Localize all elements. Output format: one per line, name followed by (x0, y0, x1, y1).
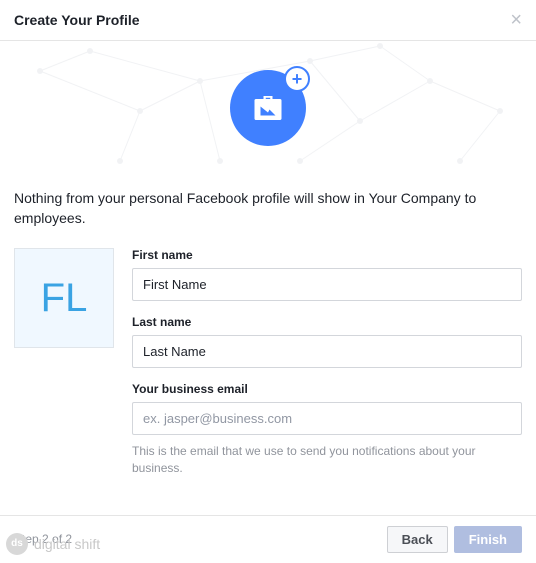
dialog-title: Create Your Profile (14, 12, 140, 28)
form-area: FL First name Last name Your business em… (0, 238, 536, 515)
briefcase-icon (250, 90, 286, 126)
avatar-preview[interactable]: FL (14, 248, 114, 348)
email-help-text: This is the email that we use to send yo… (132, 443, 522, 477)
back-button[interactable]: Back (387, 526, 448, 553)
avatar-initials: FL (41, 276, 88, 321)
profile-photo-button[interactable]: + (230, 70, 306, 146)
last-name-label: Last name (132, 315, 522, 329)
step-indicator: Step 2 of 2 (14, 532, 72, 546)
first-name-input[interactable] (132, 268, 522, 301)
plus-icon: + (284, 66, 310, 92)
intro-text: Nothing from your personal Facebook prof… (0, 171, 536, 238)
dialog-footer: Step 2 of 2 Back Finish (0, 515, 536, 563)
email-label: Your business email (132, 382, 522, 396)
close-button[interactable]: × (510, 10, 522, 30)
dialog-header: Create Your Profile × (0, 0, 536, 41)
email-input[interactable] (132, 402, 522, 435)
first-name-label: First name (132, 248, 522, 262)
close-icon: × (510, 9, 522, 31)
hero-section: + (0, 41, 536, 171)
last-name-input[interactable] (132, 335, 522, 368)
finish-button[interactable]: Finish (454, 526, 522, 553)
